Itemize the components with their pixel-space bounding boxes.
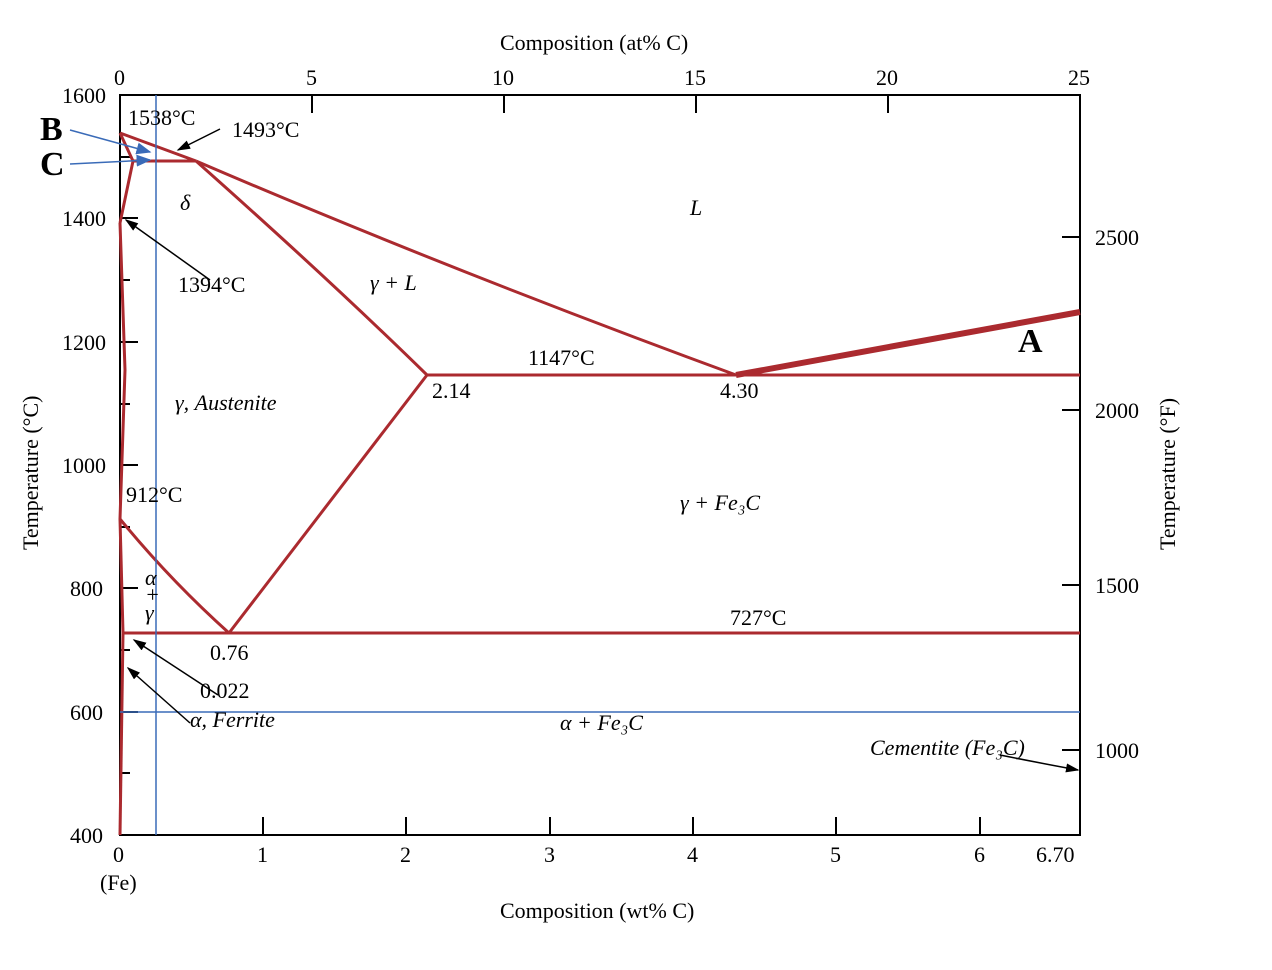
xt-20: 20 xyxy=(876,65,898,90)
yl-1600: 1600 xyxy=(62,83,106,108)
xt-0: 0 xyxy=(114,65,125,90)
left-axis-title: Temperature (°C) xyxy=(18,396,43,550)
pt-727: 727°C xyxy=(730,605,786,630)
region-alpha-plus-gamma-g: γ xyxy=(145,600,155,625)
yl-1400: 1400 xyxy=(62,206,106,231)
right-axis-title: Temperature (°F) xyxy=(1155,398,1180,550)
yl-600: 600 xyxy=(70,700,103,725)
yr-2000: 2000 xyxy=(1095,398,1139,423)
pt-912: 912°C xyxy=(126,482,182,507)
pt-c0022: 0.022 xyxy=(200,678,250,703)
bottom-axis-title: Composition (wt% C) xyxy=(500,898,694,923)
annotation-A: A xyxy=(1018,323,1043,360)
pt-c430: 4.30 xyxy=(720,378,759,403)
region-gamma: γ, Austenite xyxy=(175,390,277,415)
region-L: L xyxy=(689,195,702,220)
xb-6: 6 xyxy=(974,842,985,867)
arrow-ferrite xyxy=(128,668,190,723)
pt-1147: 1147°C xyxy=(528,345,595,370)
xb-1: 1 xyxy=(257,842,268,867)
region-cementite: Cementite (Fe₃C) xyxy=(870,735,1025,760)
yr-1000: 1000 xyxy=(1095,738,1139,763)
fe-label: (Fe) xyxy=(100,870,137,895)
xt-10: 10 xyxy=(492,65,514,90)
xt-5: 5 xyxy=(306,65,317,90)
xt-15: 15 xyxy=(684,65,706,90)
xb-2: 2 xyxy=(400,842,411,867)
xb-5: 5 xyxy=(830,842,841,867)
xb-0: 0 xyxy=(113,842,124,867)
annotation-C: C xyxy=(40,146,65,183)
yr-2500: 2500 xyxy=(1095,225,1139,250)
xb-3: 3 xyxy=(544,842,555,867)
pt-c214: 2.14 xyxy=(432,378,471,403)
region-gamma-plus-Fe3C: γ + Fe₃C xyxy=(680,490,760,515)
pt-1538: 1538°C xyxy=(128,105,195,130)
pt-c076: 0.76 xyxy=(210,640,249,665)
x-top-ticks xyxy=(120,95,1080,113)
xt-25: 25 xyxy=(1068,65,1090,90)
region-delta: δ xyxy=(180,190,191,215)
region-gamma-plus-L: γ + L xyxy=(370,270,417,295)
annotation-B: B xyxy=(40,111,63,148)
arrow-1394 xyxy=(126,220,210,280)
arrow-1493 xyxy=(178,129,220,150)
yl-400: 400 xyxy=(70,823,103,848)
pt-1394: 1394°C xyxy=(178,272,245,297)
region-alpha-plus-Fe3C: α + Fe₃C xyxy=(560,710,643,735)
yr-1500: 1500 xyxy=(1095,573,1139,598)
xb-4: 4 xyxy=(687,842,698,867)
top-axis-title: Composition (at% C) xyxy=(500,30,688,55)
pt-1493: 1493°C xyxy=(232,117,299,142)
region-alpha: α, Ferrite xyxy=(190,707,275,732)
yl-800: 800 xyxy=(70,576,103,601)
x-bottom-ticks xyxy=(120,817,980,835)
yl-1200: 1200 xyxy=(62,330,106,355)
yl-1000: 1000 xyxy=(62,453,106,478)
xb-670: 6.70 xyxy=(1036,842,1075,867)
